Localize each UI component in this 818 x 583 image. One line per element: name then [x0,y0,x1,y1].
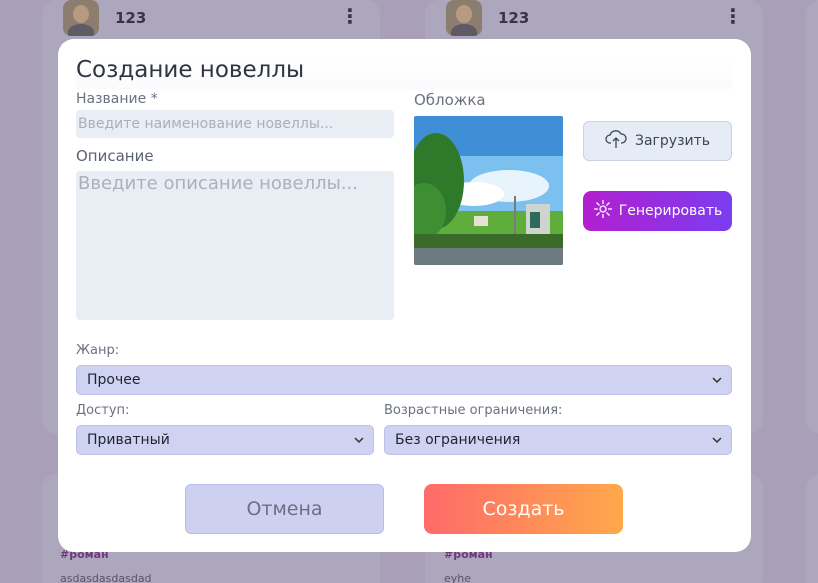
card-description: asdasdasdasdad [60,572,152,583]
chevron-down-icon [354,437,364,444]
name-input[interactable]: Введите наименование новеллы... [76,110,394,138]
cover-image[interactable] [414,116,563,265]
create-novel-dialog: Создание новеллы Название * Введите наим… [58,39,751,552]
card-description: eyhe [444,572,472,583]
avatar[interactable] [63,0,99,36]
avatar[interactable] [446,0,482,36]
generate-label: Генерировать [618,203,723,219]
card-author: 123 [446,0,529,36]
access-select[interactable]: Приватный [76,425,374,455]
cover-label: Обложка [414,91,486,109]
description-label: Описание [76,147,154,165]
upload-label: Загрузить [634,133,711,149]
chevron-down-icon [712,377,722,384]
author-name: 123 [498,9,530,27]
genre-value: Прочее [87,372,141,388]
more-menu-icon[interactable]: ⋮ [340,6,360,26]
sparkle-icon [593,199,613,223]
feed-card[interactable] [806,0,818,434]
upload-button[interactable]: Загрузить [583,121,732,161]
generate-button[interactable]: Генерировать [583,191,732,231]
cancel-button[interactable]: Отмена [185,484,384,534]
dialog-title: Создание новеллы [76,55,732,89]
genre-label: Жанр: [76,343,120,358]
genre-select[interactable]: Прочее [76,365,732,395]
age-restriction-label: Возрастные ограничения: [384,403,563,418]
feed-card[interactable] [806,474,818,583]
chevron-down-icon [712,437,722,444]
card-author: 123 [63,0,146,36]
more-menu-icon[interactable]: ⋮ [723,6,743,26]
age-restriction-select[interactable]: Без ограничения [384,425,732,455]
description-input[interactable]: Введите описание новеллы... [76,171,394,320]
access-value: Приватный [87,432,170,448]
name-label: Название * [76,91,158,107]
age-restriction-value: Без ограничения [395,432,521,448]
access-label: Доступ: [76,403,130,418]
create-button[interactable]: Создать [424,484,623,534]
cloud-upload-icon [605,129,627,153]
author-name: 123 [115,9,147,27]
